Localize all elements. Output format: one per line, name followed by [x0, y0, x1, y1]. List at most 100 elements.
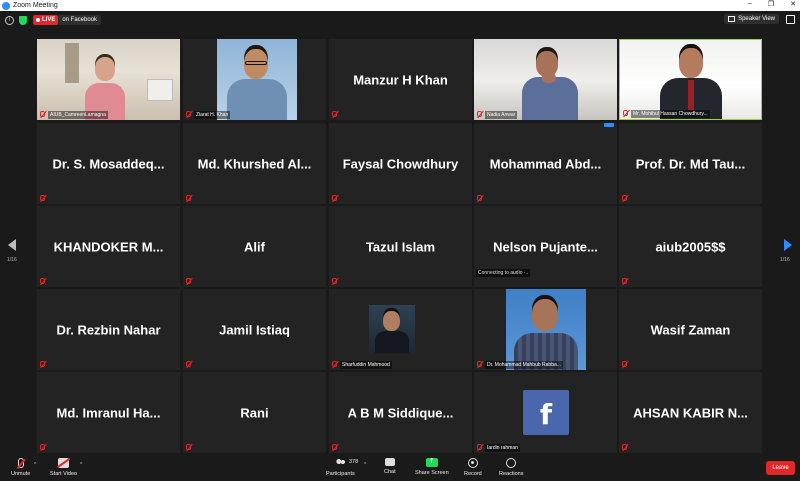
participant-caption: Nadia Anwar	[485, 111, 518, 119]
meeting-topbar: i LIVE on Facebook Speaker View	[0, 11, 800, 29]
live-badge[interactable]: LIVE	[33, 15, 59, 25]
participant-tile[interactable]: Jamil Istiaq	[183, 289, 326, 370]
video-camera-off-icon	[58, 458, 70, 468]
participant-tile-camreen[interactable]: AIUB_CamreenLamagna	[37, 39, 180, 120]
participant-name: Nelson Pujante...	[493, 239, 598, 254]
participant-tile[interactable]: Tazul Islam	[329, 206, 472, 287]
share-screen-button[interactable]: Share Screen	[415, 457, 449, 476]
participant-name: KHANDOKER M...	[53, 239, 164, 254]
participant-name: Manzur H Khan	[353, 72, 448, 87]
participant-tile-sharfuddin[interactable]: Sharfuddin Mahmood	[329, 289, 472, 370]
share-screen-label: Share Screen	[415, 470, 449, 476]
participant-tile-iardin[interactable]: f Iardin rahman	[474, 372, 617, 453]
participant-tile-nadia[interactable]: Nadia Anwar	[474, 39, 617, 120]
participant-tile[interactable]: Dr. Rezbin Nahar	[37, 289, 180, 370]
mic-muted-icon	[40, 444, 45, 450]
mic-muted-icon	[332, 444, 337, 450]
mic-muted-icon	[186, 361, 191, 367]
participant-caption: AIUB_CamreenLamagna	[48, 111, 108, 119]
live-dot-icon	[36, 18, 40, 22]
mic-muted-icon	[622, 444, 627, 450]
microphone-muted-icon	[17, 458, 24, 468]
fullscreen-icon[interactable]	[786, 15, 795, 24]
participant-video	[217, 39, 297, 120]
mic-muted-icon	[186, 111, 191, 117]
participant-tile[interactable]: Alif	[183, 206, 326, 287]
maximize-button[interactable]: ❐	[768, 0, 774, 8]
chat-label: Chat	[384, 469, 396, 475]
participant-tile-mahbub[interactable]: Dr. Mohammad Mahbub Rabba...	[474, 289, 617, 370]
start-video-label: Start Video	[50, 471, 78, 477]
participant-tile[interactable]: Faysal Chowdhury	[329, 123, 472, 204]
window-titlebar: Zoom Meeting – ❐ ✕	[0, 0, 800, 11]
connecting-audio-note: Connecting to audio ·..	[476, 269, 531, 277]
participant-tile[interactable]: KHANDOKER M...	[37, 206, 180, 287]
leave-button[interactable]: Leave	[766, 461, 795, 475]
window-title: Zoom Meeting	[13, 2, 58, 9]
record-button[interactable]: Record	[464, 458, 482, 477]
participant-name: Faysal Chowdhury	[342, 156, 459, 171]
info-icon[interactable]: i	[5, 15, 14, 25]
mic-muted-icon	[332, 195, 337, 201]
participant-tile[interactable]: Mohammad Abd... •••	[474, 123, 617, 204]
participant-caption: Mr. Mohibul Hassan Chowdhury...	[631, 110, 710, 118]
live-label: LIVE	[42, 17, 56, 23]
page-indicator-left: 1/16	[7, 257, 17, 263]
participant-name: Alif	[244, 239, 265, 254]
participant-tile[interactable]: Md. Imranul Ha...	[37, 372, 180, 453]
chat-button[interactable]: Chat	[384, 458, 396, 475]
live-target-label[interactable]: on Facebook	[58, 15, 102, 25]
zoom-logo-icon	[2, 1, 10, 10]
mic-muted-icon	[477, 111, 482, 117]
close-button[interactable]: ✕	[790, 0, 796, 8]
audio-options-caret[interactable]: ^	[34, 462, 36, 468]
next-page-arrow-icon[interactable]	[784, 239, 792, 251]
previous-page-arrow-icon[interactable]	[8, 239, 16, 251]
minimize-button[interactable]: –	[748, 0, 752, 8]
participants-icon	[334, 458, 346, 468]
mic-muted-icon	[40, 361, 45, 367]
mic-muted-icon	[622, 361, 627, 367]
record-label: Record	[464, 471, 482, 477]
active-speaker-tile[interactable]: Mr. Mohibul Hassan Chowdhury...	[619, 39, 762, 120]
speaker-view-icon	[728, 16, 736, 22]
profile-picture	[506, 289, 586, 370]
participant-name: Rani	[240, 405, 269, 420]
mic-muted-icon	[477, 195, 482, 201]
participant-tile[interactable]: Manzur H Khan	[329, 39, 472, 120]
mic-muted-icon	[40, 111, 45, 117]
participant-tile[interactable]: Rani	[183, 372, 326, 453]
participant-name: Prof. Dr. Md Tau...	[635, 156, 746, 171]
reactions-label: Reactions	[499, 471, 524, 477]
participant-caption: Iardin rahman	[485, 444, 520, 452]
mic-muted-icon	[40, 278, 45, 284]
mic-muted-icon	[186, 444, 191, 450]
start-video-button[interactable]: Start Video	[50, 458, 77, 477]
participants-options-caret[interactable]: ^	[364, 462, 366, 468]
participant-tile[interactable]: Nelson Pujante... Connecting to audio ·.…	[474, 206, 617, 287]
speaker-view-button[interactable]: Speaker View	[724, 14, 779, 24]
unmute-button[interactable]: Unmute	[11, 458, 30, 477]
reactions-button[interactable]: Reactions	[499, 458, 523, 477]
reactions-icon	[506, 458, 517, 468]
record-icon	[467, 458, 478, 468]
meeting-toolbar: Unmute ^ Start Video ^ Participants 378 …	[0, 455, 800, 481]
participant-video	[37, 39, 180, 120]
tile-menu-button[interactable]: •••	[604, 123, 614, 127]
participant-tile[interactable]: Wasif Zaman	[619, 289, 762, 370]
mic-muted-icon	[622, 278, 627, 284]
participant-tile[interactable]: aiub2005$$	[619, 206, 762, 287]
security-shield-icon[interactable]	[19, 15, 27, 25]
participant-tile-ziarat[interactable]: Ziarat H. Khan	[183, 39, 326, 120]
video-options-caret[interactable]: ^	[80, 462, 82, 468]
mic-muted-icon	[332, 278, 337, 284]
participant-name: Jamil Istiaq	[219, 322, 290, 337]
participant-tile[interactable]: Md. Khurshed Al...	[183, 123, 326, 204]
share-screen-icon	[425, 457, 438, 467]
mic-muted-icon	[477, 444, 482, 450]
participant-tile[interactable]: AHSAN KABIR N...	[619, 372, 762, 453]
participant-tile[interactable]: A B M Siddique...	[329, 372, 472, 453]
participant-tile[interactable]: Dr. S. Mosaddeq...	[37, 123, 180, 204]
speaker-view-label: Speaker View	[738, 16, 775, 22]
participant-tile[interactable]: Prof. Dr. Md Tau...	[619, 123, 762, 204]
